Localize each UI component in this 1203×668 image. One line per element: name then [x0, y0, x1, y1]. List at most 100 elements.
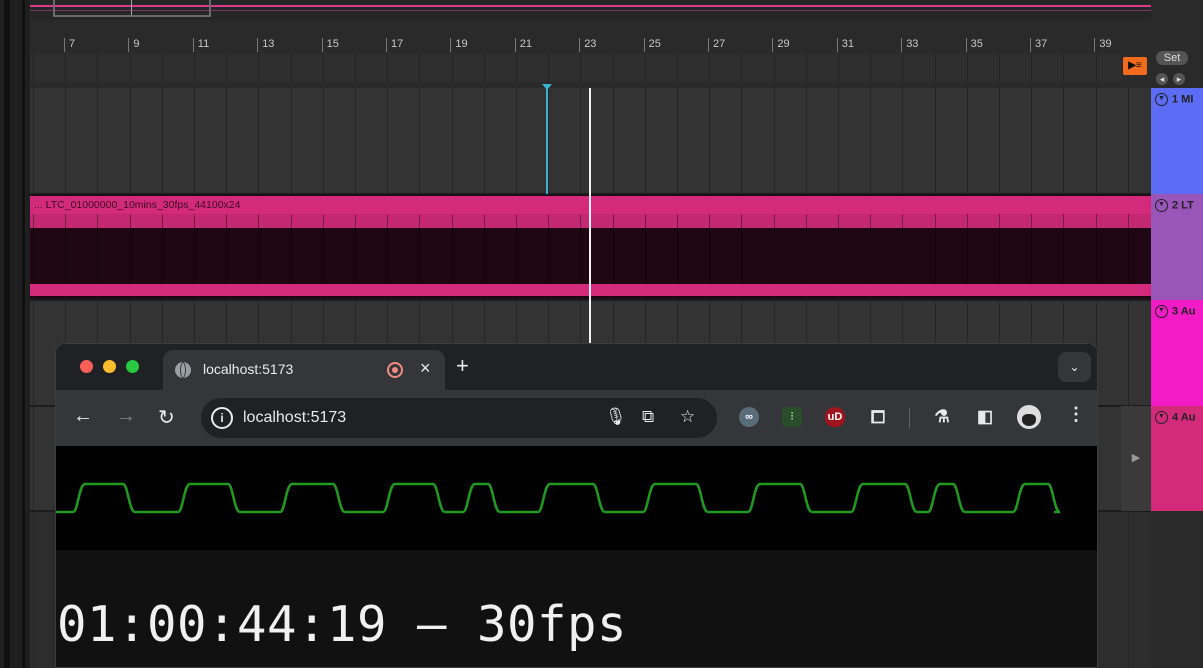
reload-icon[interactable]: ↻ — [158, 405, 175, 430]
more-menu-icon[interactable]: ⋮ — [1067, 404, 1085, 425]
arrangement-overview[interactable] — [30, 0, 1151, 20]
tab-localhost[interactable]: localhost:5173 × — [163, 350, 445, 390]
track-header-1[interactable]: ▼ 1 MI — [1151, 88, 1203, 194]
forward-arrow-icon[interactable]: → — [116, 405, 136, 428]
grid-line — [1063, 88, 1064, 194]
grid-line — [258, 54, 259, 82]
back-arrow-icon[interactable]: ← — [73, 405, 93, 428]
grid-line — [1096, 54, 1097, 82]
extensions-puzzle-icon[interactable]: ⧠ — [868, 407, 888, 427]
grid-line — [999, 88, 1000, 194]
clip-launch-icon[interactable]: ▶ — [1121, 406, 1151, 511]
clip-band-tick — [33, 214, 34, 228]
clip-grid-line — [226, 228, 227, 284]
microphone-icon[interactable]: 🎙︎ — [605, 407, 627, 427]
grid-line — [1128, 511, 1129, 668]
clip-band-tick — [355, 214, 356, 228]
clip-grid-line — [516, 228, 517, 284]
clip-grid-line — [387, 228, 388, 284]
grid-line — [580, 88, 581, 194]
clip-grid-line — [33, 228, 34, 284]
clip-band-tick — [516, 214, 517, 228]
grid-line — [484, 54, 485, 82]
grid-line — [387, 54, 388, 82]
arrangement-loop-icon[interactable]: ▶≡ — [1123, 57, 1147, 75]
ruler-bar-label: 25 — [643, 38, 661, 52]
bookmark-star-icon[interactable]: ☆ — [680, 407, 695, 427]
recording-icon — [387, 362, 403, 378]
grid-line — [97, 54, 98, 82]
clip-band-tick — [1063, 214, 1064, 228]
clip-grid-line — [130, 228, 131, 284]
clip-band-tick — [419, 214, 420, 228]
prev-locator-icon[interactable]: ◂ — [1156, 73, 1168, 85]
grid-line — [452, 88, 453, 194]
ublock-origin-icon[interactable]: uD — [825, 407, 845, 427]
loop-brace-lane[interactable] — [30, 54, 1129, 82]
side-panel-icon[interactable]: ◧ — [975, 407, 995, 427]
clip-grid-line — [580, 228, 581, 284]
left-scroll-strip[interactable] — [4, 0, 10, 668]
track-name: 2 LT — [1172, 199, 1194, 212]
clip-grid-line — [677, 228, 678, 284]
address-bar[interactable]: i localhost:5173 🎙︎ ⧉ ☆ — [201, 398, 717, 438]
clip-grid-line — [355, 228, 356, 284]
ruler-bar-label: 35 — [965, 38, 983, 52]
clip-grid-line — [935, 228, 936, 284]
profile-avatar[interactable] — [1017, 405, 1041, 429]
track-header-label: ▼ 2 LT — [1155, 199, 1194, 212]
clip-grid-line — [548, 228, 549, 284]
ruler-bar-label: 21 — [514, 38, 532, 52]
clip-band-tick — [741, 214, 742, 228]
minimize-window-button[interactable] — [103, 360, 116, 373]
ruler-bar-label: 23 — [579, 38, 596, 52]
track-header-label: ▼ 4 Au — [1155, 411, 1195, 424]
clip-grid-line — [806, 228, 807, 284]
grid-line — [580, 54, 581, 82]
grid-line — [935, 54, 936, 82]
overview-view-box[interactable] — [53, 0, 211, 17]
labs-flask-icon[interactable]: ⚗ — [932, 407, 952, 427]
clip-grid-line — [999, 228, 1000, 284]
beat-time-ruler[interactable]: 7 9 11 13 15 17 19 21 23 25 27 29 31 33 35 37 39 — [30, 36, 1151, 54]
clip-band-tick — [935, 214, 936, 228]
grid-line — [967, 88, 968, 194]
fold-icon[interactable]: ▼ — [1155, 305, 1168, 318]
fold-icon[interactable]: ▼ — [1155, 93, 1168, 106]
grid-line — [323, 88, 324, 194]
clip-grid-line — [484, 228, 485, 284]
grid-line — [806, 88, 807, 194]
open-in-app-icon[interactable]: ⧉ — [642, 407, 654, 427]
url-text[interactable]: localhost:5173 — [243, 409, 346, 427]
track-header-2[interactable]: ▼ 2 LT — [1151, 194, 1203, 300]
close-window-button[interactable] — [80, 360, 93, 373]
grid-line — [1128, 300, 1129, 406]
fold-icon[interactable]: ▼ — [1155, 411, 1168, 424]
left-edge-panel — [0, 0, 30, 668]
track-header-4[interactable]: ▼ 4 Au — [1151, 406, 1203, 511]
track-header-3[interactable]: ▼ 3 Au — [1151, 300, 1203, 406]
grid-line — [130, 54, 131, 82]
grid-line — [1063, 54, 1064, 82]
close-tab-icon[interactable]: × — [420, 358, 431, 379]
grid-line — [419, 88, 420, 194]
fold-icon[interactable]: ▼ — [1155, 199, 1168, 212]
locator-nav: ◂ ▸ — [1156, 69, 1192, 85]
fullscreen-window-button[interactable] — [126, 360, 139, 373]
ruler-bar-label: 39 — [1094, 38, 1112, 52]
grid-line — [613, 88, 614, 194]
tab-search-icon[interactable]: ⌄ — [1058, 352, 1091, 382]
set-locator-button[interactable]: Set — [1156, 51, 1188, 65]
clip-band-tick — [677, 214, 678, 228]
grid-line — [677, 54, 678, 82]
track-separator — [30, 193, 1203, 195]
grid-line — [774, 54, 775, 82]
extension-spy-icon[interactable]: ∞ — [739, 407, 759, 427]
extension-mixer-icon[interactable]: ⫶ — [782, 407, 802, 427]
new-tab-button[interactable]: + — [456, 353, 469, 379]
clip-band-tick — [999, 214, 1000, 228]
site-info-icon[interactable]: i — [211, 407, 233, 429]
grid-line — [1128, 88, 1129, 194]
next-locator-icon[interactable]: ▸ — [1173, 73, 1185, 85]
track-name: 3 Au — [1172, 305, 1196, 318]
